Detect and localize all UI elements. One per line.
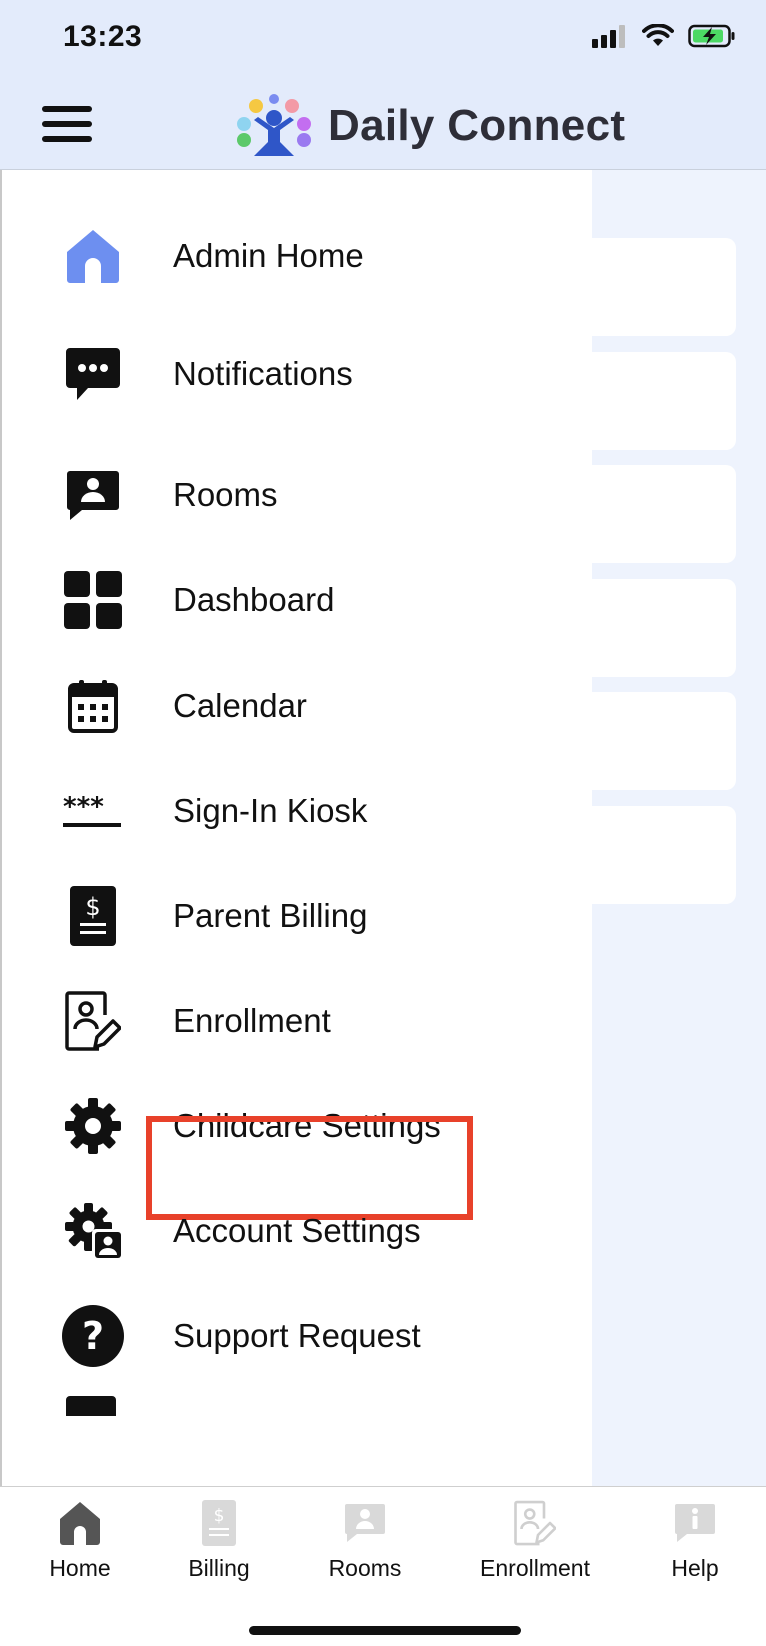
tab-billing[interactable]: $ Billing (149, 1499, 289, 1599)
home-icon (60, 223, 126, 289)
tab-help[interactable]: Help (625, 1499, 765, 1599)
tab-label: Help (671, 1555, 719, 1581)
menu-item-support-request[interactable]: ? Support Request (2, 1288, 592, 1384)
svg-text:?: ? (82, 1314, 104, 1358)
tab-label: Home (49, 1555, 111, 1581)
menu-item-label: Parent Billing (173, 897, 368, 934)
tab-enrollment[interactable]: Enrollment (465, 1499, 605, 1599)
menu-item-label: Support Request (173, 1317, 421, 1354)
menu-item-label: Enrollment (173, 1002, 331, 1039)
app-header: 13:23 Daily Connect (0, 0, 766, 170)
password-icon: *** (60, 778, 126, 844)
brand: Daily Connect (236, 94, 625, 158)
gear-person-icon (60, 1198, 126, 1264)
tab-home[interactable]: Home (10, 1499, 150, 1599)
enrollment-form-icon (60, 988, 126, 1054)
menu-item-label: Rooms (173, 476, 278, 513)
bottom-tab-bar: Home $ Billing Rooms Enrollment Help (0, 1486, 766, 1646)
question-icon: ? (60, 1303, 126, 1369)
enrollment-form-icon (513, 1499, 557, 1547)
menu-item-label: Dashboard (173, 581, 335, 618)
menu-item-notifications[interactable]: Notifications (2, 326, 592, 422)
battery-charging-icon (688, 24, 735, 48)
wifi-icon (642, 24, 674, 46)
partially-visible-menu-icon (66, 1396, 116, 1416)
message-dots-icon (60, 341, 126, 407)
home-indicator (249, 1626, 521, 1635)
menu-item-rooms[interactable]: Rooms (2, 447, 592, 543)
menu-item-parent-billing[interactable]: $ Parent Billing (2, 868, 592, 964)
gear-icon (60, 1093, 126, 1159)
info-icon (673, 1499, 717, 1547)
app-title: Daily Connect (328, 101, 626, 150)
menu-item-account-settings[interactable]: Account Settings (2, 1183, 592, 1279)
bill-icon: $ (60, 883, 126, 949)
status-icons (592, 24, 736, 48)
grid-icon (60, 567, 126, 633)
menu-item-calendar[interactable]: Calendar (2, 658, 592, 754)
tab-label: Billing (188, 1555, 250, 1581)
tab-label: Rooms (328, 1555, 402, 1581)
menu-item-sign-in-kiosk[interactable]: *** Sign-In Kiosk (2, 763, 592, 859)
tab-rooms[interactable]: Rooms (295, 1499, 435, 1599)
menu-item-label: Admin Home (173, 237, 364, 274)
navigation-drawer: Admin Home Notifications Rooms Dashboard… (0, 170, 592, 1486)
daily-connect-logo-icon (237, 94, 311, 156)
tab-label: Enrollment (480, 1555, 590, 1581)
menu-item-label: Childcare Settings (173, 1107, 441, 1144)
bill-icon: $ (197, 1499, 241, 1547)
menu-item-label: Calendar (173, 687, 307, 724)
menu-item-childcare-settings[interactable]: Childcare Settings (2, 1078, 592, 1174)
menu-item-dashboard[interactable]: Dashboard (2, 552, 592, 648)
menu-item-label: Sign-In Kiosk (173, 792, 368, 829)
room-person-icon (60, 462, 126, 528)
cellular-signal-icon (592, 25, 625, 48)
menu-item-label: Notifications (173, 355, 353, 392)
svg-text:$: $ (214, 1506, 225, 1526)
menu-item-label: Account Settings (173, 1212, 421, 1249)
hamburger-menu-button[interactable] (42, 106, 92, 142)
calendar-icon (60, 673, 126, 739)
svg-text:$: $ (85, 893, 100, 921)
menu-item-admin-home[interactable]: Admin Home (2, 208, 592, 304)
status-time: 13:23 (63, 20, 143, 53)
menu-item-enrollment[interactable]: Enrollment (2, 973, 592, 1069)
home-icon (58, 1499, 102, 1547)
room-person-icon (343, 1499, 387, 1547)
svg-text:***: *** (63, 793, 104, 822)
